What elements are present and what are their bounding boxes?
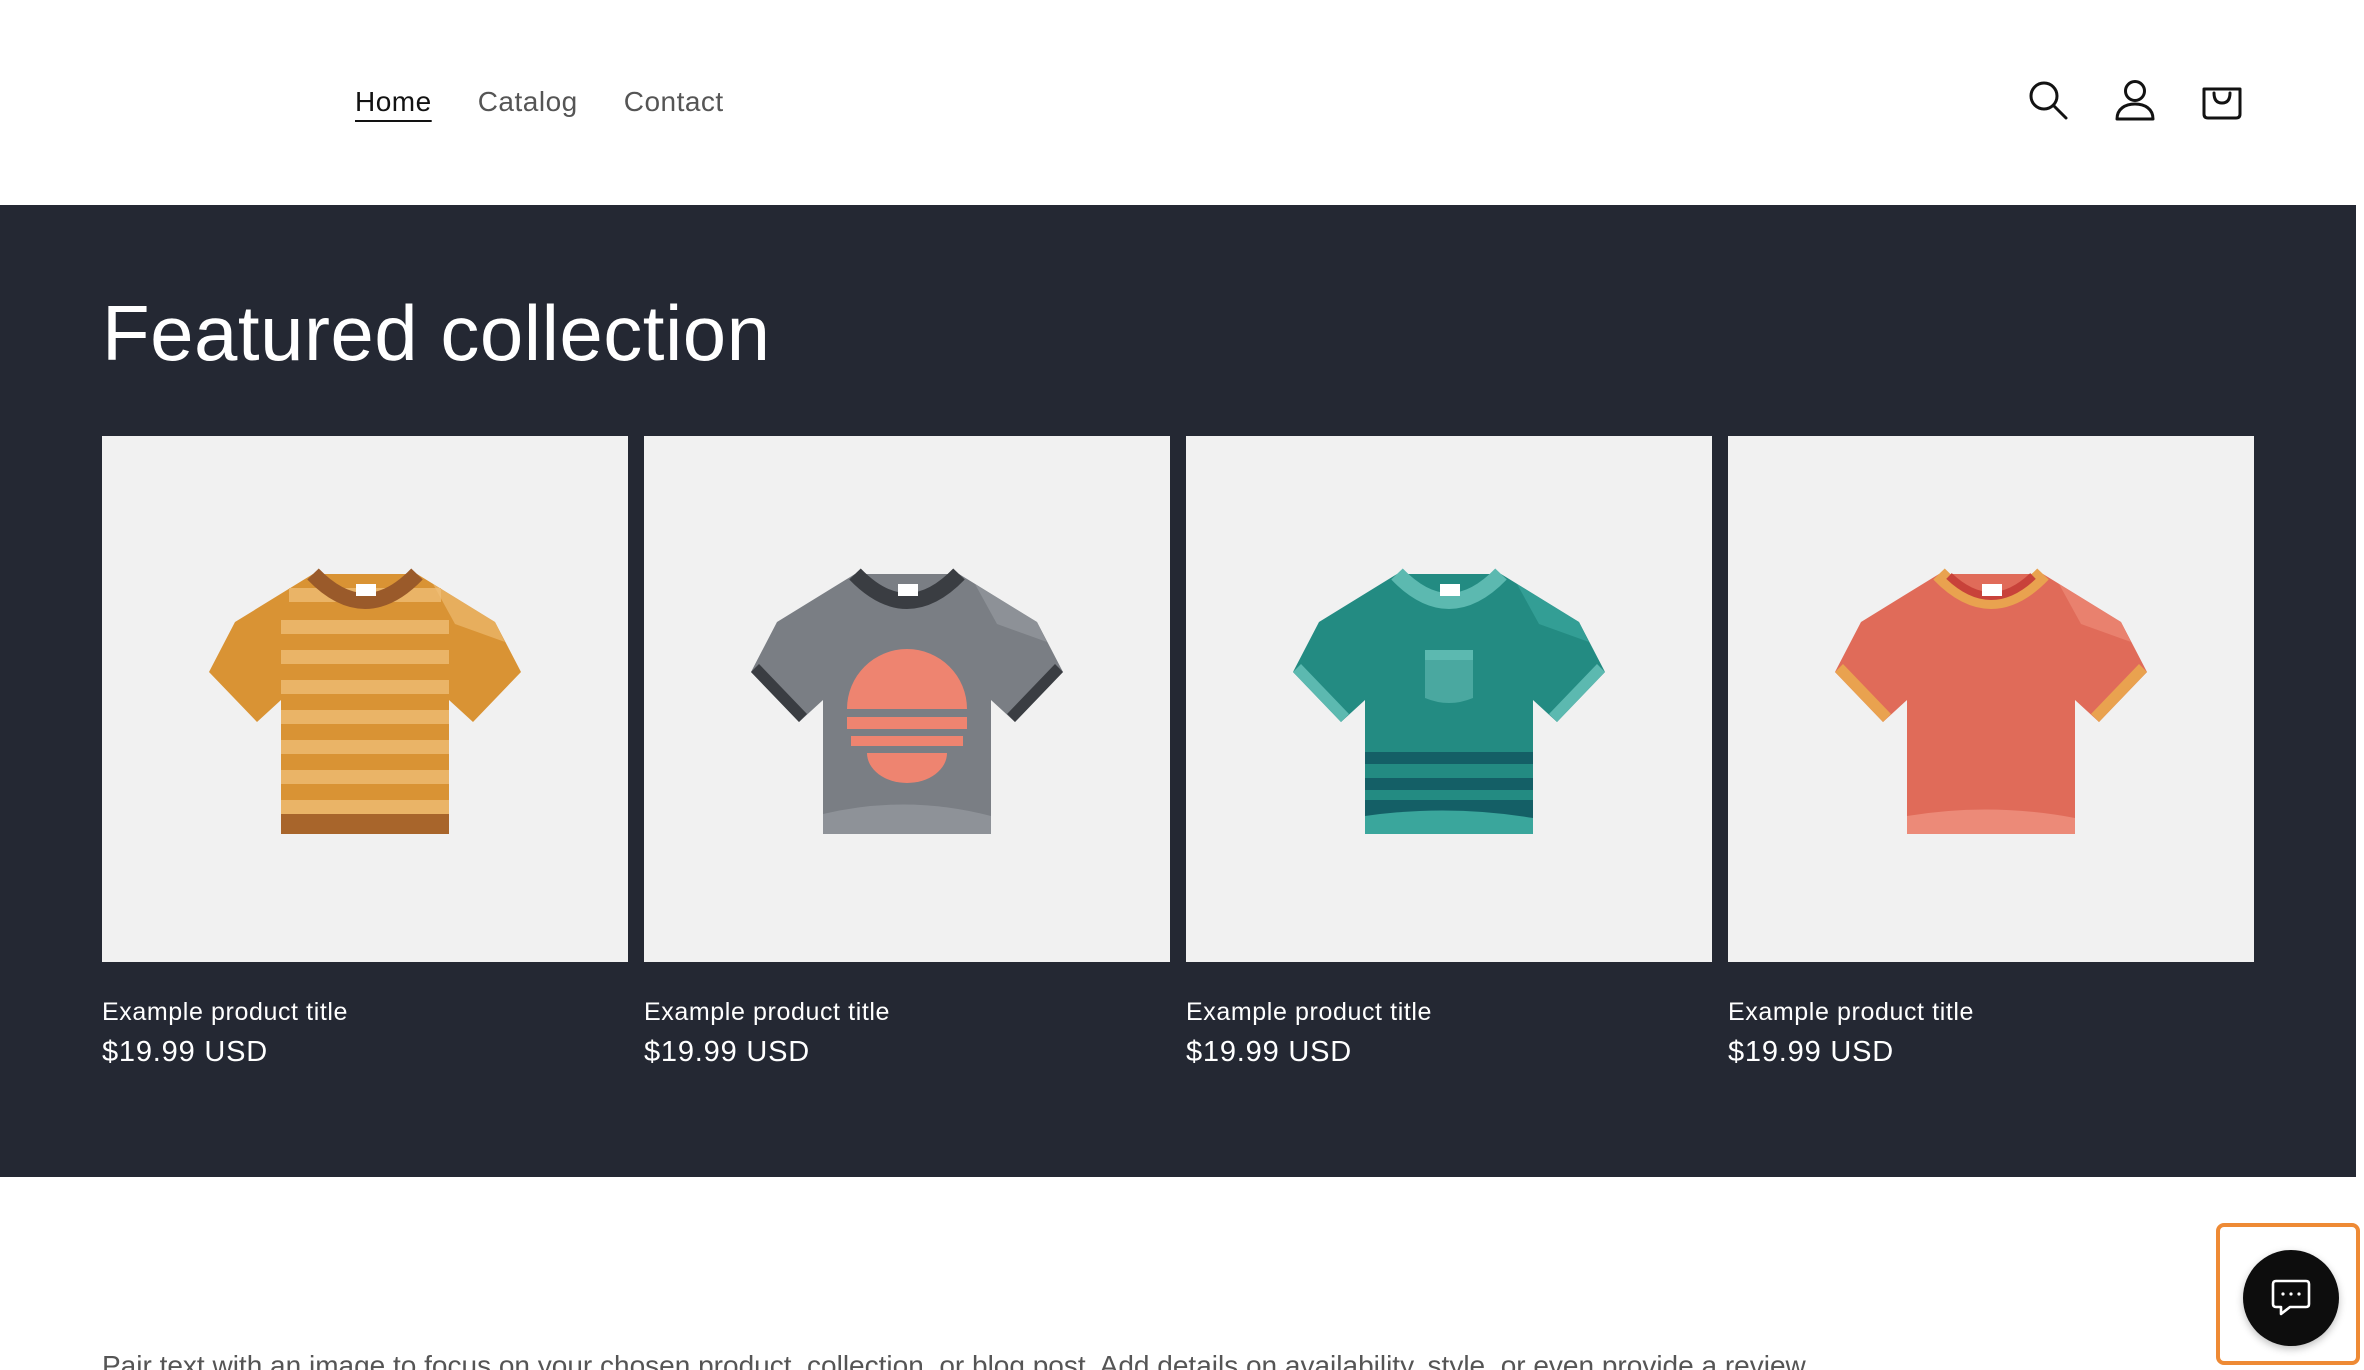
product-price: $19.99 USD bbox=[1728, 1036, 1894, 1068]
product-price: $19.99 USD bbox=[102, 1036, 268, 1068]
product-image-coral-ringer-tshirt[interactable] bbox=[1728, 436, 2254, 962]
cart-icon[interactable] bbox=[2194, 72, 2250, 128]
product-card[interactable]: Example product title $19.99 USD bbox=[644, 436, 1170, 1071]
product-price: $19.99 USD bbox=[1186, 1036, 1352, 1068]
product-title[interactable]: Example product title bbox=[644, 995, 1170, 1029]
chat-icon bbox=[2271, 1279, 2311, 1316]
product-card[interactable]: Example product title $19.99 USD bbox=[1186, 436, 1712, 1071]
site-header: Home Catalog Contact bbox=[0, 0, 2364, 205]
nav-catalog[interactable]: Catalog bbox=[478, 78, 578, 126]
product-card[interactable]: Example product title $19.99 USD bbox=[1728, 436, 2254, 1071]
product-image-grey-sunset-tshirt[interactable] bbox=[644, 436, 1170, 962]
nav-home[interactable]: Home bbox=[355, 78, 432, 126]
product-price: $19.99 USD bbox=[644, 1036, 810, 1068]
section-title: Featured collection bbox=[102, 289, 771, 377]
search-icon[interactable] bbox=[2020, 72, 2076, 128]
product-card[interactable]: Example product title $19.99 USD bbox=[102, 436, 628, 1071]
image-with-text-body: Pair text with an image to focus on your… bbox=[102, 1350, 1812, 1370]
account-icon[interactable] bbox=[2107, 72, 2163, 128]
nav-contact[interactable]: Contact bbox=[624, 78, 724, 126]
product-image-teal-pocket-tshirt[interactable] bbox=[1186, 436, 1712, 962]
product-title[interactable]: Example product title bbox=[1728, 995, 2254, 1029]
featured-collection: Featured collection Example product titl… bbox=[0, 205, 2356, 1177]
product-title[interactable]: Example product title bbox=[102, 995, 628, 1029]
main-nav: Home Catalog Contact bbox=[355, 78, 770, 126]
product-grid: Example product title $19.99 USD Example… bbox=[102, 436, 2256, 1071]
product-title[interactable]: Example product title bbox=[1186, 995, 1712, 1029]
chat-launcher-button[interactable] bbox=[2243, 1250, 2339, 1346]
product-image-striped-orange-tshirt[interactable] bbox=[102, 436, 628, 962]
